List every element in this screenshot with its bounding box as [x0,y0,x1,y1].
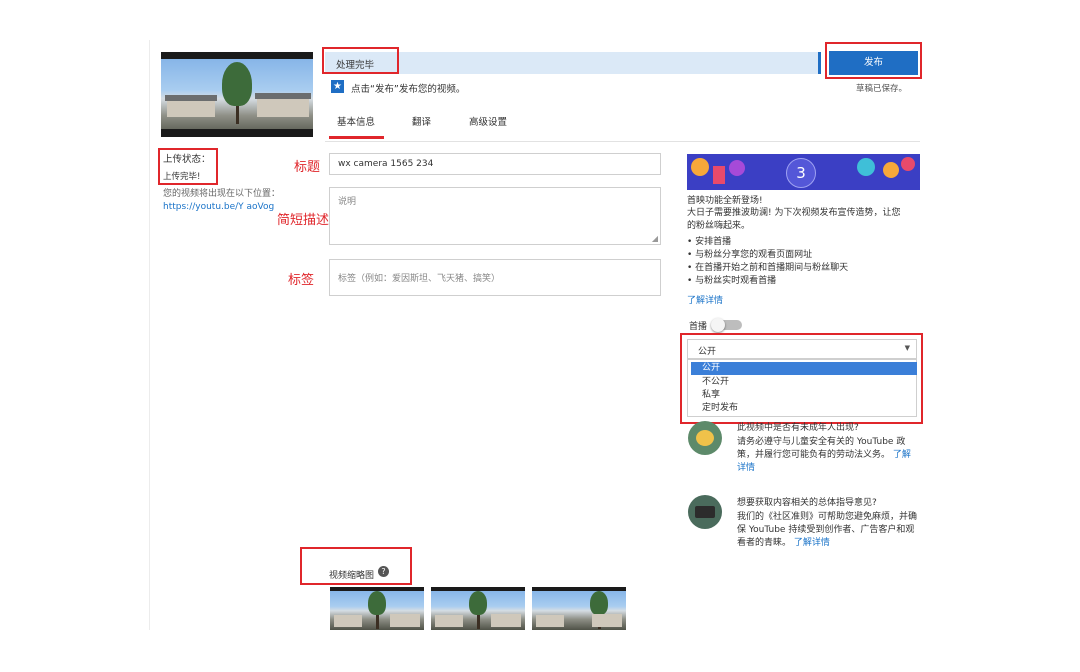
tab-advanced-settings[interactable]: 高级设置 [469,114,507,128]
draft-saved-status: 草稿已保存。 [856,84,908,94]
list-item: • 与粉丝分享您的观看页面网址 [687,250,813,260]
countdown-number: 3 [786,158,816,188]
title-input[interactable]: wx camera 1565 234 [329,153,661,175]
description-textarea[interactable]: 说明 ◢ [329,187,661,245]
list-item: • 在首播开始之前和首播期间与粉丝聊天 [687,263,849,273]
banner-popcorn-icon [713,166,725,184]
annotation-box-processing [322,47,399,74]
info-card-body: 我们的《社区准则》可帮助您避免麻烦，并确保 YouTube 持续受到创作者、广告… [737,512,918,548]
star-icon: ★ [331,80,344,93]
page-left-border [149,40,150,630]
premiere-toggle-label: 首播 [689,322,708,332]
video-location-text: 您的视频将出现在以下位置： [163,189,281,199]
thumbnail-option-2[interactable] [431,587,525,630]
annotation-description: 简短描述 [277,213,330,228]
camera-icon [695,506,715,518]
premiere-banner: 3 [687,154,920,190]
annotation-box-upload-status [158,148,218,185]
banner-creature-icon [901,157,915,171]
banner-creature-icon [857,158,875,176]
premiere-learn-more-link[interactable]: 了解详情 [687,293,723,306]
tags-placeholder: 标签（例如：爱因斯坦、飞天猪、搞笑） [338,274,501,284]
tags-input[interactable]: 标签（例如：爱因斯坦、飞天猪、搞笑） [329,259,661,296]
premiere-bullet-list: • 安排首播 • 与粉丝分享您的观看页面网址 • 在首播开始之前和首播期间与粉丝… [687,236,848,288]
banner-creature-icon [883,162,899,178]
tab-translation[interactable]: 翻译 [412,114,431,128]
premiere-heading: 首映功能全新登场! [687,196,763,206]
toggle-knob [711,318,725,332]
info-card-title: 想要获取内容相关的总体指导意见? [737,498,877,508]
processing-progress-bar [325,52,821,74]
title-input-value: wx camera 1565 234 [338,159,434,169]
tab-active-indicator [329,136,384,139]
annotation-box-publish [825,42,922,79]
list-item: • 安排首播 [687,237,732,247]
premiere-toggle[interactable] [711,318,742,332]
thumbnail-option-1[interactable] [330,587,424,630]
video-url-link[interactable]: https://youtu.be/Y aoVog [163,200,274,214]
thumbnail-option-3[interactable] [532,587,626,630]
publish-hint: 点击“发布”发布您的视频。 [351,84,466,95]
video-preview-thumbnail [161,52,313,137]
annotation-title: 标题 [294,160,321,175]
info-card-learn-more-link[interactable]: 了解详情 [794,538,830,548]
face-icon [696,430,714,446]
tab-divider [325,141,920,142]
info-card-body: 请务必遵守与儿童安全有关的 YouTube 政策，并履行您可能负有的劳动法义务。… [737,437,911,473]
banner-creature-icon [691,158,709,176]
premiere-intro: 大日子需要推波助澜! 为下次视频发布宣传造势，让您的粉丝嗨起来。 [687,208,901,231]
info-card-title: 此视频中是否有未成年人出现? [737,423,859,433]
resize-handle-icon[interactable]: ◢ [652,234,658,243]
tab-basic-info[interactable]: 基本信息 [337,114,375,128]
annotation-box-thumbnails [300,547,412,585]
description-placeholder: 说明 [338,197,357,207]
list-item: • 与粉丝实时观看首播 [687,276,777,286]
community-guidelines-avatar-icon [688,495,722,529]
annotation-tags: 标签 [288,273,315,288]
kids-safety-avatar-icon [688,421,722,455]
annotation-box-visibility [680,333,923,424]
banner-creature-icon [729,160,745,176]
processing-progress-end [818,52,821,74]
